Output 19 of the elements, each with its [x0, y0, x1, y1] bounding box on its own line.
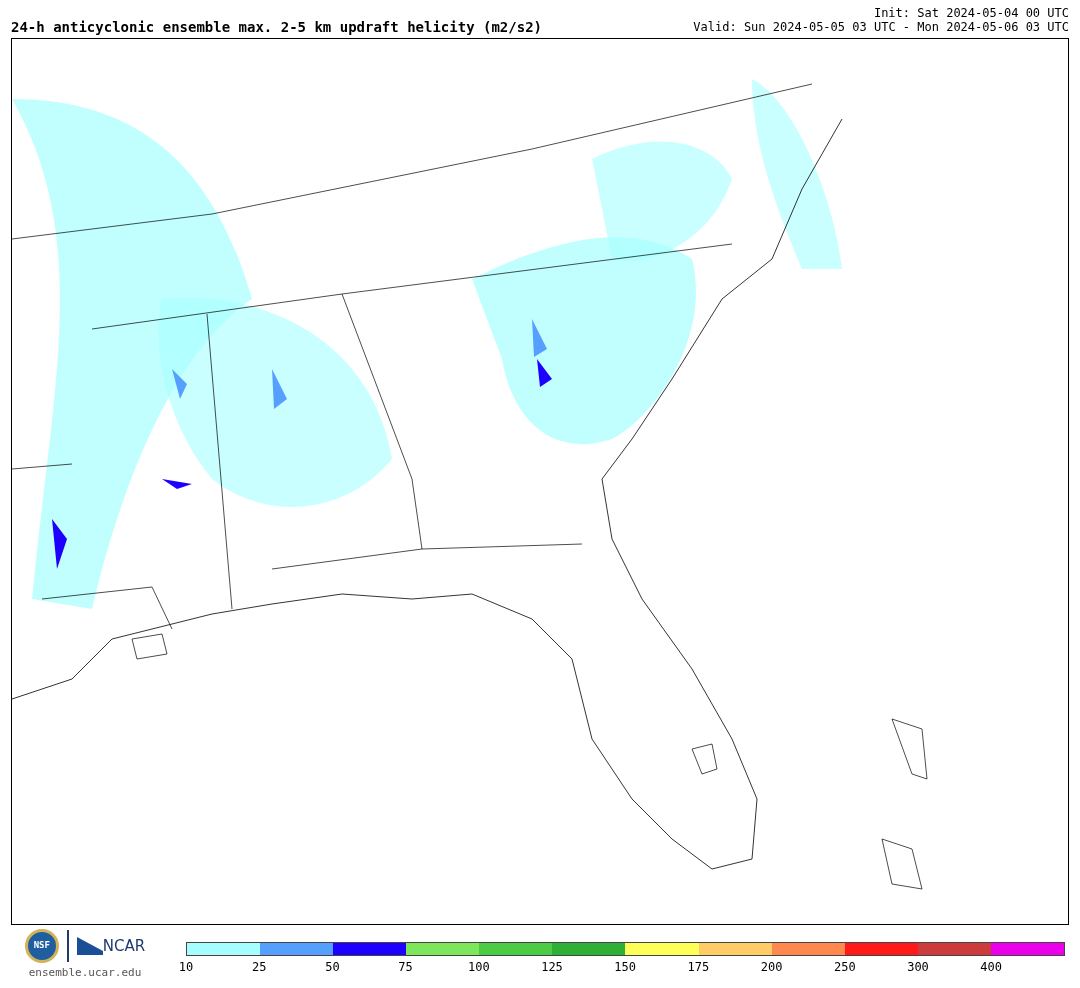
ncar-emblem-icon — [76, 937, 103, 955]
tick-label: 75 — [398, 961, 413, 973]
tick-label: 150 — [614, 961, 637, 973]
ncar-wordmark: NCAR — [102, 935, 146, 957]
init-time: Init: Sat 2024-05-04 00 UTC — [873, 6, 1069, 20]
tick-label: 10 — [178, 961, 194, 973]
tick-label: 100 — [467, 961, 490, 973]
tick-label: 175 — [687, 961, 710, 973]
tick-label: 50 — [325, 961, 340, 973]
seal-logo: NSF — [24, 929, 59, 963]
site-url: ensemble.ucar.edu — [28, 965, 142, 981]
valid-time: Valid: Sun 2024-05-05 03 UTC - Mon 2024-05-06 03 UTC — [693, 20, 1069, 34]
tick-label: 25 — [251, 961, 267, 973]
chart-title: 24-h anticyclonic ensemble max. 2-5 km updraft helicity (m2/s2) — [11, 20, 542, 34]
tick-label: 300 — [907, 961, 929, 973]
tick-label: 125 — [541, 961, 563, 973]
tick-label: 250 — [833, 961, 856, 973]
tick-label: 200 — [760, 961, 783, 973]
tick-label: 400 — [980, 961, 1003, 973]
